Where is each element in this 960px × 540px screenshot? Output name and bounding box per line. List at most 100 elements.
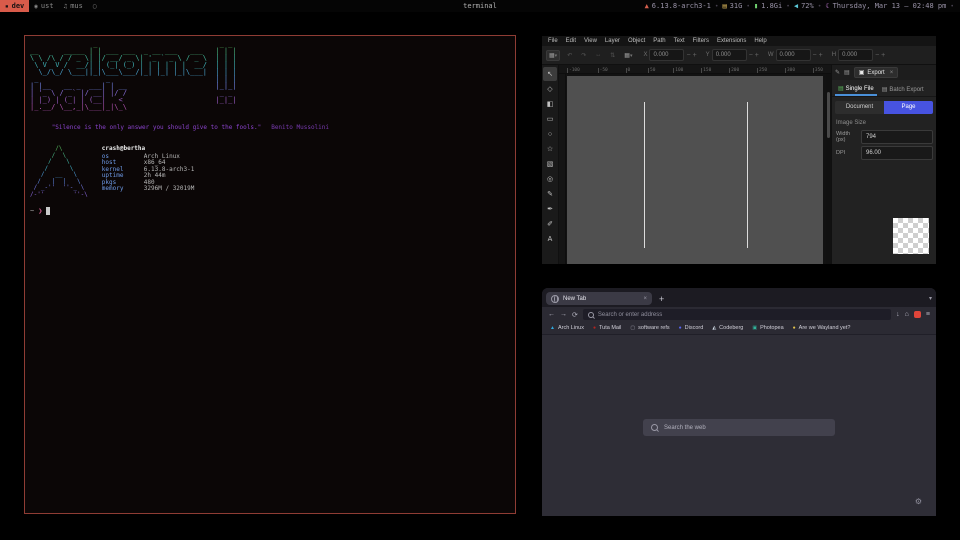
box-3d-tool[interactable]: ▧	[543, 157, 557, 171]
text-tool[interactable]: A	[543, 232, 557, 246]
height-value-field[interactable]: 0.000	[838, 49, 873, 61]
workspace-tag-ust[interactable]: ◉ust	[29, 0, 58, 12]
menu-layer[interactable]: Layer	[605, 38, 620, 44]
downloads-button[interactable]: ↓	[896, 311, 900, 318]
flip-horizontal-icon[interactable]: ↔	[593, 51, 603, 59]
new-tab-button[interactable]: +	[659, 294, 664, 304]
bookmark-arch-linux[interactable]: ▲Arch Linux	[550, 325, 584, 331]
width-value-field[interactable]: 0.000	[776, 49, 811, 61]
web-search-input[interactable]: Search the web	[643, 419, 835, 436]
close-icon[interactable]: ×	[890, 70, 894, 76]
status-modules: ▲ 6.13.8-arch3-1 • ▤ 31G • ▮ 1.8Gi • ◀ 7…	[645, 2, 960, 10]
increment-button[interactable]: +	[881, 52, 885, 59]
bookmark-folder-software-refs[interactable]: ▢software refs	[630, 325, 669, 331]
bookmark-are-we-wayland-yet[interactable]: ●Are we Wayland yet?	[793, 325, 851, 331]
single-file-icon: ▤	[838, 85, 844, 92]
page-button[interactable]: Page	[884, 101, 933, 114]
menu-edit[interactable]: Edit	[566, 38, 576, 44]
workspace-tags: ▪dev ◉ust ♫mus ▢	[0, 0, 101, 12]
pen-tool[interactable]: ✐	[543, 217, 557, 231]
menu-text[interactable]: Text	[674, 38, 685, 44]
export-dialog-tab[interactable]: ▣ Export ×	[854, 67, 899, 78]
pencil-tool[interactable]: ✎	[543, 187, 557, 201]
bookmark-discord[interactable]: ●Discord	[679, 325, 704, 331]
objects-icon[interactable]: ▤	[844, 69, 850, 76]
guide-line[interactable]	[644, 102, 645, 248]
select-mode-dropdown[interactable]: ▦▾	[546, 50, 560, 61]
y-value-field[interactable]: 0.000	[712, 49, 747, 61]
decrement-button[interactable]: −	[749, 52, 753, 59]
bookmark-codeberg[interactable]: ◭Codeberg	[712, 325, 743, 331]
menu-file[interactable]: File	[548, 38, 558, 44]
forward-button[interactable]: →	[560, 311, 567, 318]
batch-export-icon: ▤	[882, 86, 888, 93]
h-spinbox: H 0.000 −+	[832, 49, 886, 61]
star-tool[interactable]: ☆	[543, 142, 557, 156]
menu-filters[interactable]: Filters	[693, 38, 709, 44]
tab-batch-export[interactable]: ▤ Batch Export	[879, 83, 927, 96]
workspace-tag-dev[interactable]: ▪dev	[0, 0, 29, 12]
close-tab-icon[interactable]: ×	[643, 296, 647, 302]
reload-button[interactable]: ⟳	[572, 311, 578, 319]
document-button[interactable]: Document	[835, 101, 884, 114]
ellipse-tool[interactable]: ○	[543, 127, 557, 141]
export-panel-header: ✎ ▤ ▣ Export ×	[832, 65, 936, 80]
volume-text: 72%	[801, 2, 814, 10]
menu-extensions[interactable]: Extensions	[717, 38, 746, 44]
menu-path[interactable]: Path	[653, 38, 665, 44]
shell-prompt[interactable]: ~❯	[30, 207, 515, 215]
back-button[interactable]: ←	[548, 311, 555, 318]
document-page[interactable]	[567, 76, 823, 264]
memory-icon: ▮	[754, 2, 758, 10]
terminal-window[interactable]: _ _ _ __ _____ | | ___ ___ _ __ ___ ___ …	[24, 35, 516, 514]
rotate-cw-icon[interactable]: ↷	[579, 51, 588, 60]
rotate-ccw-icon[interactable]: ↶	[565, 51, 574, 60]
menu-help[interactable]: Help	[754, 38, 766, 44]
x-value-field[interactable]: 0.000	[649, 49, 684, 61]
menu-object[interactable]: Object	[628, 38, 645, 44]
tab-single-file[interactable]: ▤ Single File	[835, 83, 877, 96]
selector-tool[interactable]: ↖	[543, 67, 557, 81]
memory-text: 1.8Gi	[761, 2, 782, 10]
bookmark-tuta-mail[interactable]: ●Tuta Mail	[593, 325, 621, 331]
bookmark-photopea[interactable]: ▣Photopea	[752, 325, 783, 331]
tag-mus-label: mus	[70, 2, 83, 10]
workspace-tag-4[interactable]: ▢	[88, 0, 102, 12]
transform-mode-dropdown[interactable]: ▦▾	[622, 51, 634, 60]
increment-button[interactable]: +	[755, 52, 759, 59]
scrollbar-thumb[interactable]	[827, 92, 830, 138]
workspace-tag-mus[interactable]: ♫mus	[59, 0, 88, 12]
menu-button[interactable]: ≡	[926, 311, 930, 318]
increment-button[interactable]: +	[819, 52, 823, 59]
tab-list-chevron-icon[interactable]: ▾	[929, 295, 932, 302]
globe-icon	[551, 295, 559, 303]
export-width-field[interactable]: 794	[861, 130, 933, 144]
calligraphy-tool[interactable]: ✒	[543, 202, 557, 216]
node-editor-tool[interactable]: ◇	[543, 82, 557, 96]
disk-module: ▤ 31G	[722, 2, 742, 10]
shape-builder-tool[interactable]: ◧	[543, 97, 557, 111]
spiral-tool[interactable]: ◎	[543, 172, 557, 186]
url-bar[interactable]: Search or enter address	[583, 309, 891, 320]
decrement-button[interactable]: −	[875, 52, 879, 59]
home-button[interactable]: ⌂	[905, 311, 909, 318]
tab-new-tab[interactable]: New Tab ×	[546, 292, 652, 305]
inkscape-window[interactable]: File Edit View Layer Object Path Text Fi…	[542, 36, 936, 264]
separator: •	[818, 3, 822, 10]
browser-window[interactable]: New Tab × + ▾ ← → ⟳ Search or enter addr…	[542, 288, 936, 516]
separator: •	[746, 3, 750, 10]
adblock-shield-icon[interactable]	[914, 311, 921, 318]
arch-favicon: ▲	[550, 325, 555, 331]
decrement-button[interactable]: −	[813, 52, 817, 59]
inkscape-canvas[interactable]	[566, 74, 826, 264]
edit-icon[interactable]: ✎	[835, 69, 840, 76]
flip-vertical-icon[interactable]: ⇅	[608, 51, 617, 60]
increment-button[interactable]: +	[693, 52, 697, 59]
decrement-button[interactable]: −	[686, 52, 690, 59]
guide-line[interactable]	[747, 102, 748, 248]
export-dpi-field[interactable]: 96.00	[861, 146, 933, 160]
menu-view[interactable]: View	[584, 38, 597, 44]
inkscape-menubar: File Edit View Layer Object Path Text Fi…	[542, 36, 936, 46]
personalize-gear-icon[interactable]: ⚙	[915, 497, 922, 506]
rectangle-tool[interactable]: ▭	[543, 112, 557, 126]
